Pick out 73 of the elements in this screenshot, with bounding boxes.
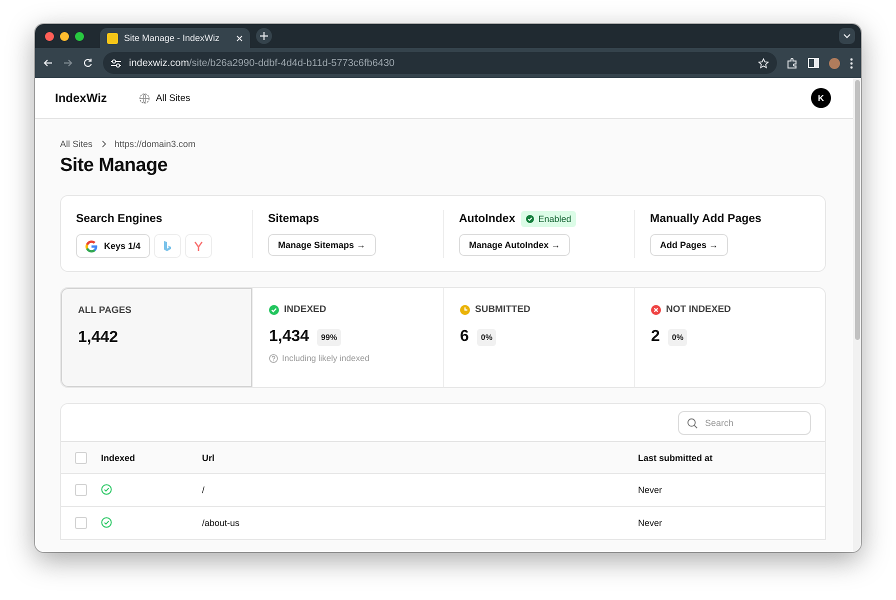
zoom-window-icon[interactable] (75, 32, 84, 40)
stat-label: INDEXED (284, 304, 326, 315)
back-icon[interactable] (43, 58, 53, 68)
stat-label: NOT INDEXED (666, 304, 731, 315)
stat-label: SUBMITTED (475, 304, 530, 315)
section-title: Manually Add Pages (650, 212, 762, 224)
stat-tab[interactable]: SUBMITTED 6 0% (443, 288, 634, 387)
row-checkbox[interactable] (75, 484, 87, 496)
close-icon[interactable] (236, 34, 243, 42)
column-header: Indexed (101, 452, 136, 462)
close-window-icon[interactable] (45, 32, 54, 40)
stat-tab[interactable]: INDEXED 1,434 99% Including likely indexed (252, 288, 443, 387)
check-circle-icon (269, 304, 279, 314)
breadcrumb-item: https://domain3.com (114, 139, 196, 149)
section-button[interactable]: Add Pages → (650, 234, 728, 256)
section-button[interactable]: Manage Sitemaps → (268, 234, 376, 256)
browser-tab[interactable]: Site Manage - IndexWiz (100, 28, 250, 48)
scrollbar-thumb[interactable] (854, 80, 860, 340)
user-avatar[interactable]: K (811, 88, 831, 108)
stat-tab[interactable]: NOT INDEXED 2 0% (634, 288, 825, 387)
all-sites-link[interactable]: All Sites (138, 92, 190, 104)
stat-value: 1,442 (78, 329, 118, 347)
stat-label: ALL PAGES (78, 305, 132, 316)
select-all-checkbox[interactable] (75, 452, 87, 464)
status-badge: Enabled (521, 210, 576, 226)
side-panel-icon[interactable] (808, 58, 819, 68)
yandex-logo-icon (194, 240, 203, 252)
stat-value: 2 (651, 328, 660, 346)
stat-value: 6 (460, 328, 469, 346)
star-icon[interactable] (758, 58, 769, 68)
address-bar[interactable]: indexwiz.com/site/b26a2990-ddbf-4d4d-b11d-5773c6fb6430 (103, 52, 777, 74)
section-title: Search Engines (76, 212, 162, 224)
google-logo-icon (85, 240, 98, 252)
site-settings-icon[interactable] (111, 58, 121, 68)
date-cell-text: Never (638, 518, 664, 528)
column-header: Url (201, 452, 216, 462)
globe-icon (138, 92, 150, 104)
forward-icon[interactable] (63, 58, 73, 68)
section-title: AutoIndex (459, 212, 516, 224)
puzzle-icon[interactable] (787, 58, 798, 68)
url-cell-text: / (201, 485, 206, 495)
chevron-down-icon (843, 33, 851, 39)
section-title: Sitemaps (268, 212, 320, 224)
error-icon (651, 304, 661, 314)
tab-search-button[interactable] (839, 28, 855, 44)
profile-avatar[interactable] (829, 58, 840, 68)
bing-logo-icon (162, 240, 172, 252)
plus-icon (260, 32, 268, 40)
chevron-right-icon (100, 140, 107, 148)
app-logo[interactable]: IndexWiz (55, 91, 107, 105)
search-field[interactable]: Search (678, 410, 811, 434)
stat-value: 1,434 (269, 328, 310, 346)
percent-badge: 99% (317, 328, 342, 346)
help-icon (269, 354, 278, 362)
url-cell-text: /about-us (201, 518, 241, 528)
breadcrumb-item[interactable]: All Sites (60, 139, 93, 149)
date-cell-text: Never (638, 485, 664, 495)
percent-badge: 0% (476, 328, 496, 346)
clock-icon (460, 304, 470, 314)
favicon-icon (107, 32, 118, 44)
search-engine-button[interactable]: Keys 1/4 (76, 234, 150, 258)
row-checkbox[interactable] (75, 517, 87, 529)
reload-icon[interactable] (83, 58, 93, 68)
page-title: Site Manage (60, 155, 169, 177)
stat-tab[interactable]: ALL PAGES 1,442 (61, 288, 252, 387)
percent-badge: 0% (668, 328, 688, 346)
minimize-window-icon[interactable] (60, 32, 69, 40)
new-tab-button[interactable] (256, 28, 272, 44)
more-menu-icon[interactable] (850, 58, 853, 68)
search-engine-button[interactable] (184, 234, 212, 258)
section-button[interactable]: Manage AutoIndex → (459, 234, 570, 256)
stat-note: Including likely indexed (282, 353, 370, 363)
column-header: Last submitted at (638, 452, 714, 462)
